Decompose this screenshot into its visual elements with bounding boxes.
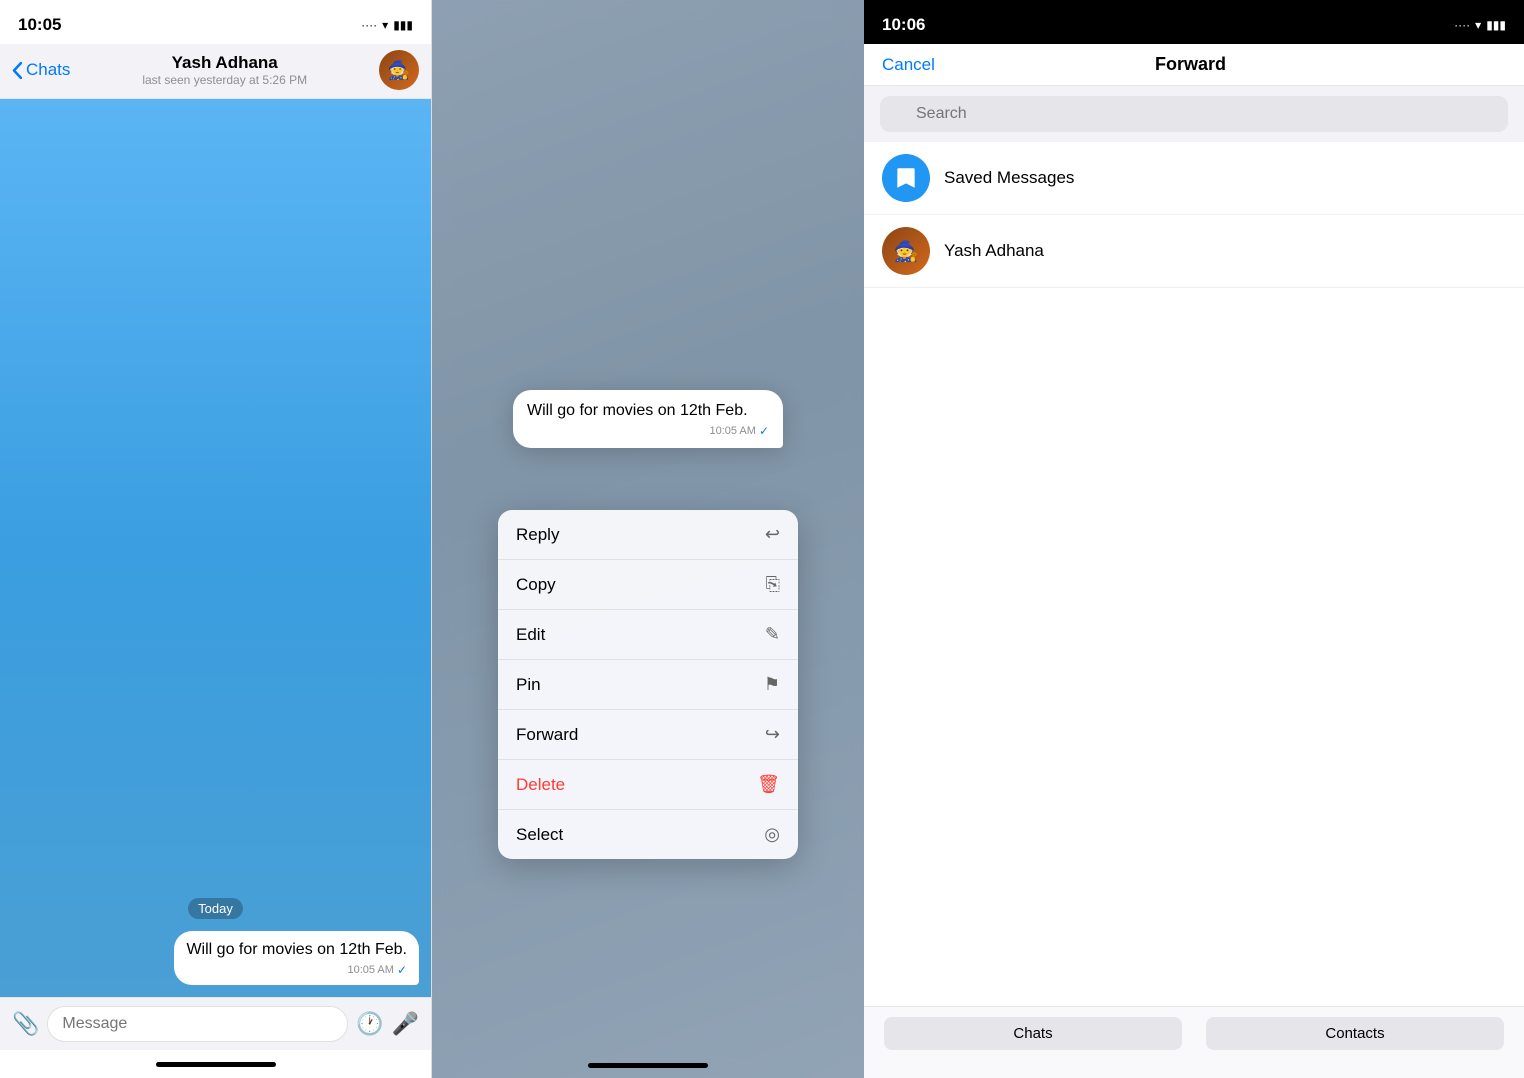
chats-tab[interactable]: Chats xyxy=(884,1017,1182,1050)
status-bar-forward: 10:06 ···· ▾ ▮▮▮ xyxy=(864,0,1524,44)
context-message-meta: 10:05 AM ✓ xyxy=(527,424,769,438)
date-badge: Today xyxy=(188,898,243,919)
back-button[interactable]: Chats xyxy=(12,60,70,80)
copy-label: Copy xyxy=(516,575,556,595)
message-check-icon: ✓ xyxy=(397,963,407,977)
chat-body: Today Will go for movies on 12th Feb. 10… xyxy=(0,99,431,997)
forward-search-bar: 🔍 xyxy=(864,86,1524,142)
signal-icon: ···· xyxy=(361,18,377,32)
chat-input-bar: 📎 🕐 🎤 xyxy=(0,997,431,1050)
status-bar-chat: 10:05 ···· ▾ ▮▮▮ xyxy=(0,0,431,44)
signal-icon-forward: ···· xyxy=(1454,18,1470,32)
forward-icon: ↪ xyxy=(765,724,780,745)
saved-messages-avatar xyxy=(882,154,930,202)
reply-icon: ↩ xyxy=(765,524,780,545)
home-bar-context xyxy=(588,1063,708,1068)
context-menu-pin[interactable]: Pin ⚑ xyxy=(498,660,798,710)
date-separator: Today xyxy=(12,898,419,919)
forward-bottom-tabs: Chats Contacts xyxy=(864,1006,1524,1078)
status-time-chat: 10:05 xyxy=(18,15,61,35)
status-icons-chat: ···· ▾ ▮▮▮ xyxy=(361,18,413,32)
reply-label: Reply xyxy=(516,525,559,545)
message-meta: 10:05 AM ✓ xyxy=(186,963,407,977)
forward-label: Forward xyxy=(516,725,578,745)
mic-button[interactable]: 🎤 xyxy=(392,1011,419,1037)
pin-label: Pin xyxy=(516,675,541,695)
select-icon: ◎ xyxy=(764,824,780,845)
cancel-button[interactable]: Cancel xyxy=(882,55,935,75)
wifi-icon-forward: ▾ xyxy=(1475,18,1481,32)
yash-name: Yash Adhana xyxy=(944,241,1044,261)
bookmark-icon xyxy=(893,165,919,191)
context-message-bubble: Will go for movies on 12th Feb. 10:05 AM… xyxy=(513,390,783,448)
forward-title: Forward xyxy=(1155,54,1226,75)
context-menu-copy[interactable]: Copy ⎘ xyxy=(498,560,798,610)
copy-icon: ⎘ xyxy=(766,574,780,595)
message-text: Will go for movies on 12th Feb. xyxy=(186,941,407,958)
context-message-time: 10:05 AM xyxy=(709,425,755,437)
forward-list-item-saved[interactable]: Saved Messages xyxy=(864,142,1524,215)
battery-icon-forward: ▮▮▮ xyxy=(1486,18,1506,32)
forward-header: Cancel Forward xyxy=(864,44,1524,86)
home-bar xyxy=(156,1062,276,1067)
status-time-forward: 10:06 xyxy=(882,15,925,35)
contact-avatar[interactable]: 🧙 xyxy=(379,50,419,90)
context-panel: Will go for movies on 12th Feb. 10:05 AM… xyxy=(432,0,864,1078)
attach-button[interactable]: 📎 xyxy=(12,1011,39,1037)
home-indicator-chat xyxy=(0,1050,431,1078)
forward-search-input[interactable] xyxy=(880,96,1508,132)
saved-messages-name: Saved Messages xyxy=(944,168,1074,188)
chat-panel: 10:05 ···· ▾ ▮▮▮ Chats Yash Adhana last … xyxy=(0,0,432,1078)
message-time: 10:05 AM xyxy=(347,964,393,976)
chevron-left-icon xyxy=(12,62,22,79)
edit-icon: ✎ xyxy=(765,624,780,645)
context-message-check: ✓ xyxy=(759,424,769,438)
select-label: Select xyxy=(516,825,563,845)
battery-icon: ▮▮▮ xyxy=(393,18,413,32)
pin-icon: ⚑ xyxy=(764,674,780,695)
context-menu-select[interactable]: Select ◎ xyxy=(498,810,798,859)
wifi-icon: ▾ xyxy=(382,18,388,32)
message-input[interactable] xyxy=(47,1006,348,1042)
edit-label: Edit xyxy=(516,625,545,645)
emoji-button[interactable]: 🕐 xyxy=(356,1011,383,1037)
forward-panel: 10:06 ···· ▾ ▮▮▮ Cancel Forward 🔍 Saved … xyxy=(864,0,1524,1078)
context-message-text: Will go for movies on 12th Feb. xyxy=(527,402,748,419)
contact-status: last seen yesterday at 5:26 PM xyxy=(142,73,307,87)
search-wrapper: 🔍 xyxy=(880,96,1508,132)
forward-list: Saved Messages 🧙 Yash Adhana xyxy=(864,142,1524,1006)
contact-name: Yash Adhana xyxy=(172,53,278,73)
context-menu-edit[interactable]: Edit ✎ xyxy=(498,610,798,660)
avatar-emoji: 🧙 xyxy=(388,60,410,81)
forward-list-item-yash[interactable]: 🧙 Yash Adhana xyxy=(864,215,1524,288)
context-menu-forward[interactable]: Forward ↪ xyxy=(498,710,798,760)
context-menu: Reply ↩ Copy ⎘ Edit ✎ Pin ⚑ Forward ↪ De… xyxy=(498,510,798,859)
context-menu-reply[interactable]: Reply ↩ xyxy=(498,510,798,560)
yash-avatar-emoji: 🧙 xyxy=(894,239,919,264)
yash-avatar: 🧙 xyxy=(882,227,930,275)
status-icons-forward: ···· ▾ ▮▮▮ xyxy=(1454,18,1506,32)
context-menu-delete[interactable]: Delete 🗑 xyxy=(498,760,798,810)
contacts-tab-label: Contacts xyxy=(1325,1025,1384,1042)
message-bubble[interactable]: Will go for movies on 12th Feb. 10:05 AM… xyxy=(174,931,419,985)
chat-header: Chats Yash Adhana last seen yesterday at… xyxy=(0,44,431,99)
delete-icon: 🗑 xyxy=(757,774,780,795)
delete-label: Delete xyxy=(516,775,565,795)
back-label: Chats xyxy=(26,60,70,80)
chats-tab-label: Chats xyxy=(1013,1025,1052,1042)
contacts-tab[interactable]: Contacts xyxy=(1206,1017,1504,1050)
chat-header-center: Yash Adhana last seen yesterday at 5:26 … xyxy=(142,53,307,87)
